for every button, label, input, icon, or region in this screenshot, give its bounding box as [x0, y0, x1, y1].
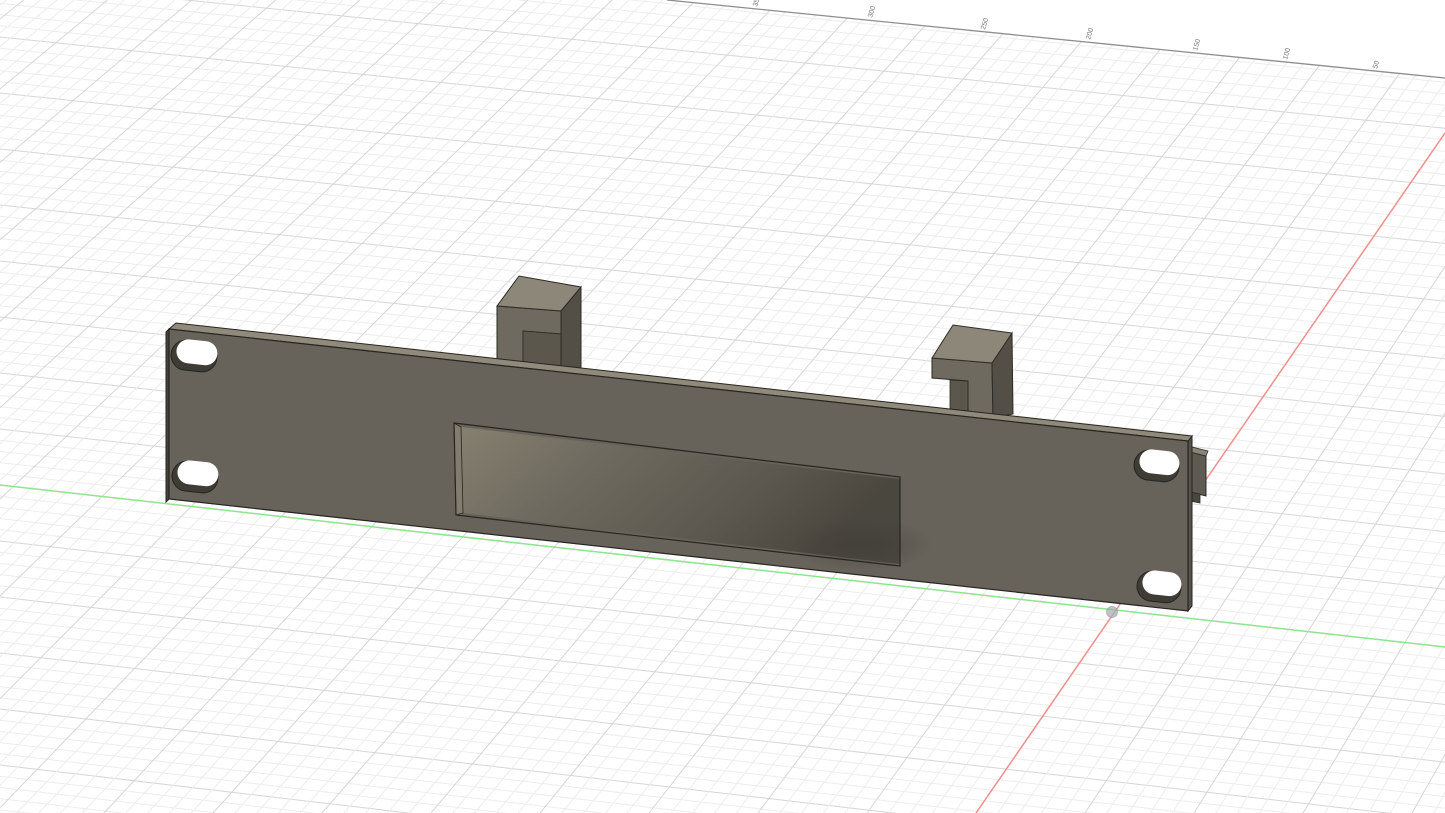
- rear-tab[interactable]: [1190, 447, 1208, 503]
- pocket-corner-shadow: [792, 519, 932, 571]
- origin-indicator: [1107, 607, 1118, 618]
- cad-viewport-canvas[interactable]: 350 300 250 200 150 100 50: [0, 0, 1445, 813]
- cad-viewport[interactable]: 350 300 250 200 150 100 50: [0, 0, 1445, 813]
